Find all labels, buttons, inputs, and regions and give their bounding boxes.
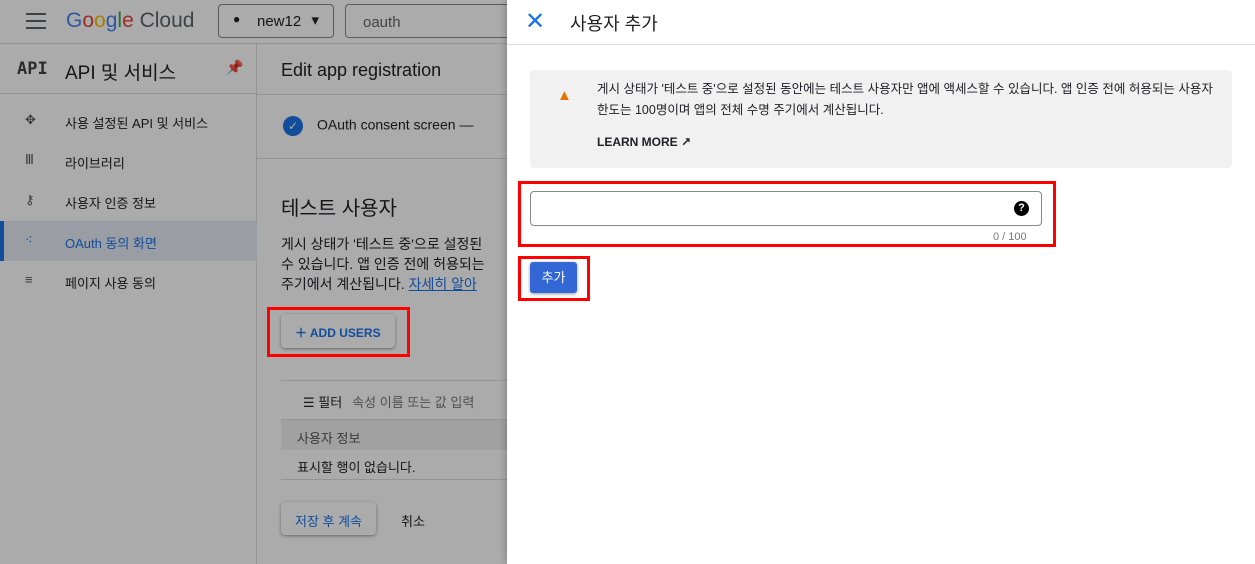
overlay-scrim[interactable] [0,0,507,564]
close-icon[interactable]: ✕ [525,7,545,36]
char-counter: 0 / 100 [993,231,1027,243]
warning-notice: ▲ 게시 상태가 '테스트 중'으로 설정된 동안에는 테스트 사용자만 앱에 … [530,70,1232,168]
add-user-panel: ✕ 사용자 추가 ▲ 게시 상태가 '테스트 중'으로 설정된 동안에는 테스트… [507,0,1255,564]
external-link-icon: ↗ [681,135,692,149]
panel-title: 사용자 추가 [570,14,658,34]
help-icon[interactable]: ? [1014,201,1029,216]
highlight-box [267,307,410,357]
learn-more-link[interactable]: LEARN MORE ↗ [597,135,691,149]
warning-icon: ▲ [557,87,572,104]
add-button[interactable]: 추가 [530,262,577,293]
user-email-input[interactable]: ? [530,191,1042,226]
